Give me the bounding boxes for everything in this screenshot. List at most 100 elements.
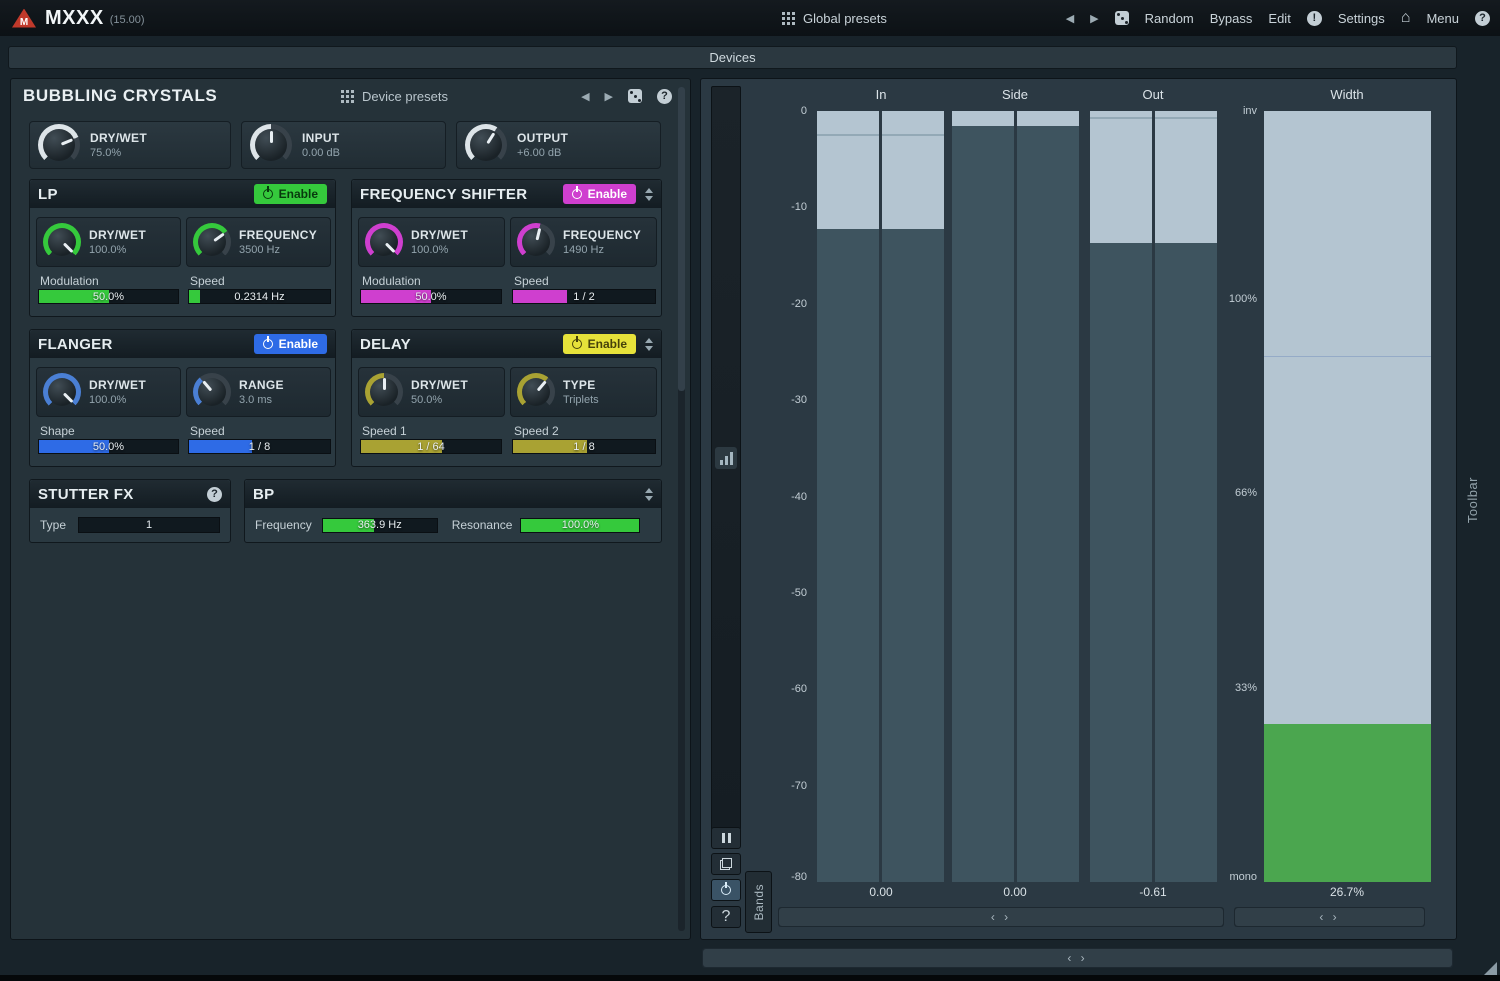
meter-mode-icon[interactable]	[715, 447, 737, 469]
device-panel-scrollbar[interactable]	[678, 87, 685, 931]
master-drywet-knob[interactable]	[38, 124, 80, 166]
meter-header-side: Side	[1002, 87, 1028, 102]
meter-hscrollbar-right[interactable]: ‹ ›	[1234, 907, 1425, 927]
type-label: Type	[40, 518, 66, 532]
pause-button[interactable]	[711, 827, 741, 849]
module-title: FREQUENCY SHIFTER	[360, 186, 563, 203]
detach-window-button[interactable]	[711, 853, 741, 875]
settings-button[interactable]: Settings	[1338, 11, 1385, 26]
device-prev-button[interactable]: ◀	[581, 90, 589, 103]
module-reorder-stepper[interactable]	[645, 488, 653, 501]
module-title: DELAY	[360, 336, 563, 353]
knob-label: DRY/WET	[89, 228, 146, 242]
flanger-speed-slider[interactable]: 1 / 8	[188, 439, 331, 454]
bar-label: Speed 1	[362, 424, 407, 438]
fs-frequency-knob[interactable]	[517, 223, 555, 261]
module-reorder-stepper[interactable]	[645, 188, 653, 201]
knob-value: 0.00 dB	[302, 147, 340, 159]
delay-speed2-slider[interactable]: 1 / 8	[512, 439, 656, 454]
meter-side-slider[interactable]	[711, 86, 741, 830]
random-dice-icon[interactable]	[1115, 11, 1129, 25]
delay-drywet-knob[interactable]	[365, 373, 403, 411]
tab-bands[interactable]: Bands	[745, 871, 772, 933]
meter-power-button[interactable]	[711, 879, 741, 901]
next-preset-button[interactable]: ▶	[1090, 12, 1098, 25]
master-drywet-box: DRY/WET 75.0%	[29, 121, 231, 169]
lp-frequency-knob[interactable]	[193, 223, 231, 261]
module-lp: LP Enable DRY/WET 100.0% FREQUENCY 3500 …	[29, 179, 336, 317]
module-title: STUTTER FX	[38, 486, 207, 503]
module-bp: BP Frequency 363.9 Hz Resonance 100.0%	[244, 479, 662, 543]
module-stutter-fx: STUTTER FX ? Type 1	[29, 479, 231, 543]
tab-toolbar[interactable]: Toolbar	[1459, 452, 1485, 548]
fs-modulation-slider[interactable]: 50.0%	[360, 289, 502, 304]
bp-resonance-slider[interactable]: 100.0%	[520, 518, 640, 533]
freq-shifter-enable-button[interactable]: Enable	[563, 184, 636, 204]
delay-type-knob[interactable]	[517, 373, 555, 411]
meter-help-button[interactable]: ?	[711, 906, 741, 928]
meter-side-right	[1017, 111, 1079, 882]
flanger-range-knob[interactable]	[193, 373, 231, 411]
global-presets-button[interactable]: Global presets	[782, 0, 887, 36]
device-next-button[interactable]: ▶	[605, 90, 613, 103]
knob-value: 3.0 ms	[239, 394, 284, 406]
stutter-help-icon[interactable]: ?	[207, 487, 222, 502]
power-icon	[721, 885, 731, 895]
meter-in-left	[817, 111, 879, 882]
meter-header-width: Width	[1330, 87, 1363, 102]
readout-out: -0.61	[1139, 885, 1166, 899]
window-bottom-edge	[0, 975, 1500, 981]
help-icon[interactable]: ?	[1475, 11, 1490, 26]
knob-value: 50.0%	[411, 394, 468, 406]
meter-header-out: Out	[1143, 87, 1164, 102]
resize-grip[interactable]	[1484, 962, 1497, 975]
knob-value: 100.0%	[89, 394, 146, 406]
fs-speed-slider[interactable]: 1 / 2	[512, 289, 656, 304]
meter-hscrollbar-left[interactable]: ‹ ›	[778, 907, 1224, 927]
app-version: (15.00)	[110, 14, 145, 26]
lp-enable-button[interactable]: Enable	[254, 184, 327, 204]
module-delay: DELAY Enable DRY/WET 50.0% TYPE Triplet	[351, 329, 662, 467]
random-button[interactable]: Random	[1145, 11, 1194, 26]
pause-icon	[722, 833, 731, 843]
alert-icon[interactable]: !	[1307, 11, 1322, 26]
fs-drywet-knob[interactable]	[365, 223, 403, 261]
master-input-knob[interactable]	[250, 124, 292, 166]
lp-drywet-knob[interactable]	[43, 223, 81, 261]
delay-speed1-slider[interactable]: 1 / 64	[360, 439, 502, 454]
prev-preset-button[interactable]: ◀	[1066, 12, 1074, 25]
flanger-drywet-knob[interactable]	[43, 373, 81, 411]
lp-modulation-slider[interactable]: 50.0%	[38, 289, 179, 304]
device-random-icon[interactable]	[628, 89, 642, 103]
readout-in: 0.00	[869, 885, 892, 899]
frequency-label: Frequency	[255, 518, 312, 532]
meter-out-left	[1090, 111, 1152, 882]
flanger-enable-button[interactable]: Enable	[254, 334, 327, 354]
power-icon	[263, 189, 273, 199]
master-input-box: INPUT 0.00 dB	[241, 121, 446, 169]
bottom-hscrollbar[interactable]: ‹ ›	[702, 948, 1453, 968]
melda-logo: M	[12, 9, 36, 28]
home-icon[interactable]: ⌂	[1401, 9, 1411, 27]
bar-label: Speed	[190, 424, 225, 438]
bar-label: Speed	[190, 274, 225, 288]
device-presets-button[interactable]: Device presets	[341, 89, 581, 104]
resonance-label: Resonance	[452, 518, 513, 532]
meter-side-left	[952, 111, 1014, 882]
module-reorder-stepper[interactable]	[645, 338, 653, 351]
tab-devices[interactable]: Devices	[8, 46, 1457, 69]
edit-button[interactable]: Edit	[1268, 11, 1290, 26]
module-title: LP	[38, 186, 254, 203]
menu-button[interactable]: Menu	[1426, 11, 1459, 26]
delay-enable-button[interactable]: Enable	[563, 334, 636, 354]
stutter-type-field[interactable]: 1	[78, 517, 220, 533]
flanger-shape-slider[interactable]: 50.0%	[38, 439, 179, 454]
knob-label: DRY/WET	[411, 228, 468, 242]
bypass-button[interactable]: Bypass	[1210, 11, 1253, 26]
device-help-icon[interactable]: ?	[657, 89, 672, 104]
lp-speed-slider[interactable]: 0.2314 Hz	[188, 289, 331, 304]
bp-frequency-slider[interactable]: 363.9 Hz	[322, 518, 438, 533]
knob-label: FREQUENCY	[563, 228, 641, 242]
master-output-knob[interactable]	[465, 124, 507, 166]
readout-side: 0.00	[1003, 885, 1026, 899]
